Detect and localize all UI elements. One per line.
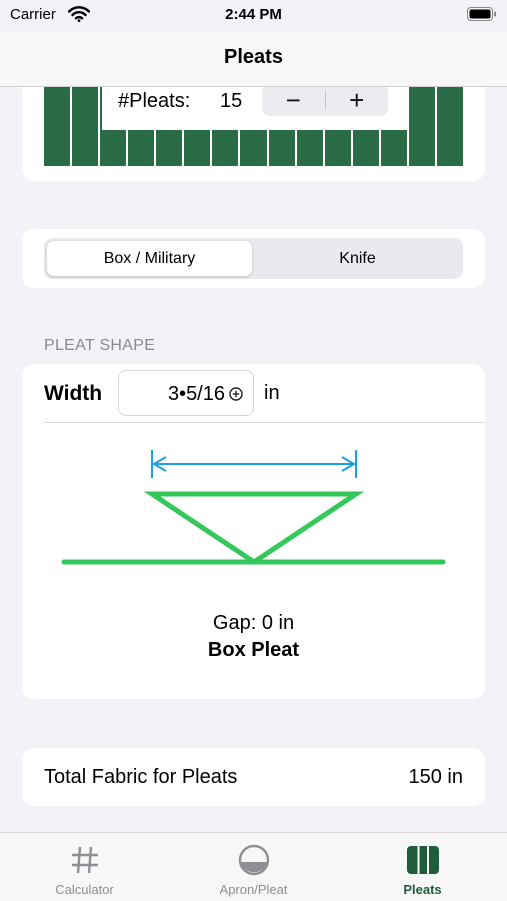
- width-unit-label: in: [264, 382, 280, 404]
- tab-label: Apron/Pleat: [219, 882, 288, 897]
- increment-button[interactable]: +: [326, 84, 389, 116]
- page-title: Pleats: [224, 46, 283, 68]
- plus-circle-icon[interactable]: [229, 387, 243, 401]
- total-fabric-label: Total Fabric for Pleats: [44, 766, 238, 788]
- section-header-pleat-shape: PLEAT SHAPE: [44, 337, 156, 354]
- tab-label: Pleats: [403, 882, 442, 897]
- navigation-bar: Pleats: [0, 32, 507, 87]
- pleat-count-label: #Pleats:: [118, 90, 191, 112]
- width-label: Width: [44, 382, 103, 405]
- pleat-bar: [44, 86, 71, 166]
- width-arrow: [151, 450, 357, 478]
- pleat-bar: [408, 86, 435, 166]
- pleat-bar: [72, 86, 99, 166]
- pleat-fold-shape: [61, 491, 446, 566]
- pleat-count-control: #Pleats: 15 − +: [102, 84, 408, 130]
- pleat-style-card: Box / Military Knife: [22, 229, 485, 288]
- segment-knife[interactable]: Knife: [255, 241, 460, 276]
- half-circle-icon: [238, 844, 269, 876]
- tab-bar: Calculator Apron/Pleat Pleats: [0, 832, 507, 901]
- pleat-type-name: Box Pleat: [207, 639, 300, 661]
- width-value: 3•5/16: [167, 383, 225, 405]
- battery-icon: [467, 7, 496, 21]
- total-fabric-value: 150 in: [408, 766, 464, 788]
- pleat-style-segmented-control: Box / Military Knife: [44, 238, 463, 279]
- pleats-icon: [406, 846, 439, 874]
- pleat-count-value: 15: [220, 90, 243, 112]
- width-input[interactable]: 3•5/16: [118, 370, 254, 416]
- pleat-bar: [436, 86, 463, 166]
- total-fabric-row: Total Fabric for Pleats 150 in: [22, 748, 485, 806]
- tab-pleats[interactable]: Pleats: [338, 833, 507, 901]
- tab-label: Calculator: [55, 882, 114, 897]
- hash-icon: [71, 846, 98, 874]
- tab-apron-pleat[interactable]: Apron/Pleat: [169, 833, 338, 901]
- pleat-count-stepper[interactable]: − +: [262, 84, 388, 116]
- segment-box-military[interactable]: Box / Military: [47, 241, 252, 276]
- clock: 2:44 PM: [225, 6, 282, 23]
- status-bar: Carrier 2:44 PM: [0, 0, 507, 32]
- pleat-diagram: [61, 450, 446, 566]
- divider: [44, 422, 485, 423]
- pleat-shape-card: Width 3•5/16 in Gap: 0 in Box Pleat: [22, 364, 485, 699]
- decrement-button[interactable]: −: [262, 84, 325, 116]
- tab-calculator[interactable]: Calculator: [0, 833, 169, 901]
- gap-readout: Gap: 0 in: [212, 612, 295, 634]
